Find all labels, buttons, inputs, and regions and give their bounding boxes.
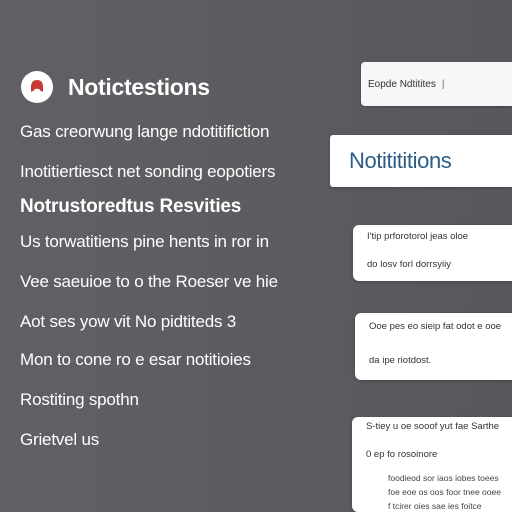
list-item[interactable]: Mon to cone ro e esar notitioies [20, 350, 251, 370]
notification-line: 0 ep fo rosoinore [366, 449, 438, 460]
notification-card[interactable]: S-tiey u oe sooof yut fae Sarthe 0 ep fo… [352, 417, 512, 512]
top-pill-label: Eopde Ndtitites [368, 78, 436, 90]
section-heading: Notrustoredtus Resvities [20, 196, 242, 217]
notification-detail: foodieod sor iaos iobes toees [388, 473, 499, 483]
page-title: Notictestions [68, 73, 210, 100]
list-item[interactable]: Aot ses yow vit No pidtiteds 3 [20, 312, 236, 332]
top-pill-tab[interactable]: Eopde Ndtitites | [361, 62, 512, 106]
notification-line: da ipe riotdost. [369, 355, 432, 366]
list-item[interactable]: Grietvel us [20, 430, 99, 450]
notification-card[interactable]: I'tip prforotorol jeas oloe do losv forl… [353, 225, 512, 281]
left-header: Notictestions [20, 70, 210, 104]
list-item[interactable]: Gas creorwung lange ndotitifiction [20, 122, 269, 142]
list-item[interactable]: Rostiting spothn [20, 390, 139, 410]
list-item[interactable]: Us torwatitiens pine hents in ror in [20, 232, 269, 252]
notifications-header-card[interactable]: Notitititions [330, 135, 512, 187]
notifications-screen: Notictestions Gas creorwung lange ndotit… [0, 0, 512, 512]
top-pill-separator: | [441, 78, 445, 90]
notification-detail: foe eoe os oos foor tnee ooee [388, 487, 501, 497]
list-item[interactable]: Vee saeuioe to o the Roeser ve hie [20, 272, 278, 292]
header-card-title: Notitititions [349, 148, 452, 173]
notification-line: Ooe pes eo sieip fat odot e ooe [369, 321, 502, 332]
notification-card[interactable]: Ooe pes eo sieip fat odot e ooe da ipe r… [355, 313, 512, 380]
list-item[interactable]: Inotitiertiesct net sonding eopotiers [20, 162, 276, 182]
bell-icon [20, 70, 54, 104]
notification-line: S-tiey u oe sooof yut fae Sarthe [366, 421, 500, 432]
notification-detail: f tcirer oies sae ies foitce [388, 501, 482, 511]
notification-line: I'tip prforotorol jeas oloe [367, 231, 469, 242]
notification-line: do losv forl dorrsyiiy [367, 259, 451, 270]
